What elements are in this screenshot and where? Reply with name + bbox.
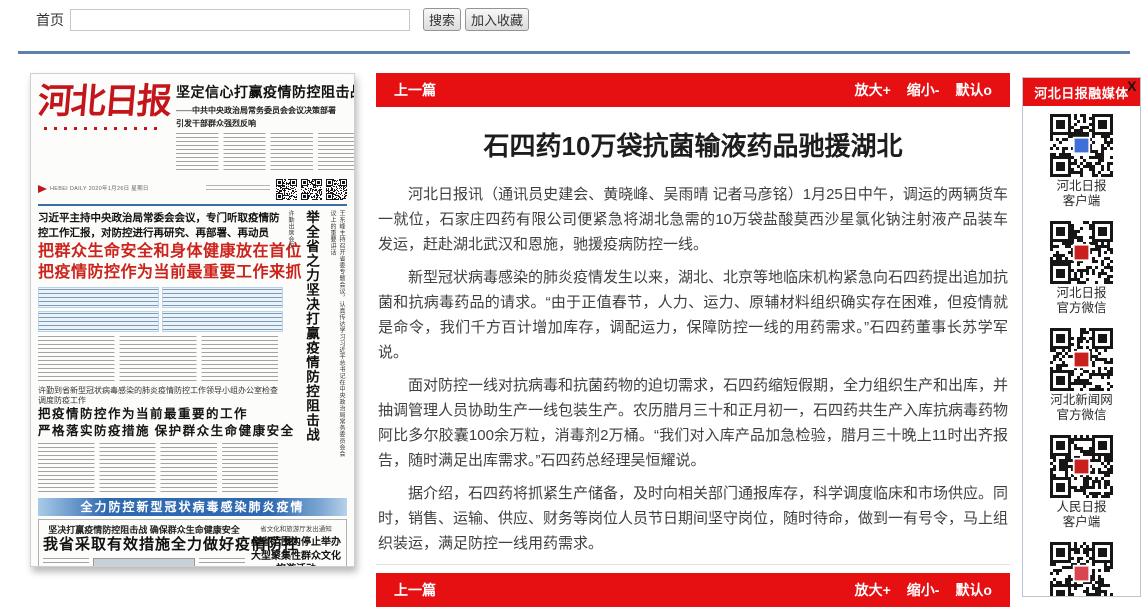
font-size-controls: 放大+ 缩小- 默认o [855,80,992,100]
newspaper-main-column: 习近平主持中央政治局常委会会议，专门听取疫情防控工作汇报，对防控进行再研究、再部… [38,210,283,495]
newspaper-top-story: 坚定信心打赢疫情防控阻击战 ——中共中央政治局常务委员会会议决策部署 引发干部群… [170,80,355,173]
newspaper-vertical-headline: 许勤出席会议 [287,210,295,249]
article-paragraph: 河北日报讯（通讯员史建会、黄晓峰、吴雨晴 记者马彦铭）1月25日中午，调运的两辆… [378,182,1008,257]
home-link[interactable]: 首页 [36,10,64,30]
newspaper-vertical-headline: 举全省之力坚决打赢疫情防控阻击战 [301,210,321,442]
newspaper-right-headline: 全省范围内停止举办大型聚集性群众文化旅游活动 [250,536,342,567]
search-input[interactable] [70,9,410,31]
masthead-english: HEBEI DAILY [50,186,87,192]
zoom-out-button[interactable]: 缩小- [907,80,940,100]
newspaper-top-subtitle: ——中共中央政治局常务委员会会议决策部署 [176,105,355,116]
newspaper-mid-kicker: 许勤到省新型冠状病毒感染的肺炎疫情防控工作领导小组办公室检查调度防疫工作 [38,386,283,406]
search-button[interactable]: 搜索 [423,8,461,31]
article-toolbar-top: 上一篇 放大+ 缩小- 默认o [376,73,1010,107]
newspaper-photo [93,558,195,567]
newspaper-summary-box [38,287,159,308]
newspaper-right-kicker: 省文化和旅游厅发出通知 [250,523,342,533]
article-title: 石四药10万袋抗菌输液药品驰援湖北 [376,131,1010,161]
qr-code [301,179,322,200]
masthead-slogan-dots [44,127,162,130]
prev-article-link[interactable]: 上一篇 [394,80,436,100]
sidebar-qr-item: 河北新闻网 官方微信 [1050,328,1113,435]
sidebar-qr-item: 河北日报 客户端 [1050,114,1113,221]
newspaper-mid-headline: 严格落实防疫措施 保护群众生命健康安全 [38,423,283,440]
qr-code [276,179,297,200]
newspaper-text-columns [176,133,355,173]
article-paragraph: 据介绍，石四药将抓紧生产储备，及时向相关部门通报库存，科学调度临床和市场供应。同… [378,481,1008,556]
qr-code [1050,328,1113,391]
newspaper-text-columns [43,558,89,567]
article-paragraph: 面对防控一线对抗病毒和抗菌药物的迫切需求，石四药缩短假期，全力组织生产和出库，并… [378,373,1008,473]
sidebar-qr-item: 人民日报 客户端 [1050,435,1113,542]
qr-label: 河北日报 客户端 [1050,179,1113,209]
qr-code [1050,114,1113,177]
sidebar-qr-list: 河北日报 客户端河北日报 官方微信河北新闻网 官方微信人民日报 客户端河北 视频… [1023,106,1140,597]
newspaper-mid-headline: 把疫情防控作为当前最重要的工作 [38,406,283,423]
text-placeholder [206,185,270,193]
newspaper-summary-boxes [38,287,283,332]
article-panel: 上一篇 放大+ 缩小- 默认o 石四药10万袋抗菌输液药品驰援湖北 河北日报讯（… [376,73,1010,607]
newspaper-masthead-row: 河北日报 坚定信心打赢疫情防控阻击战 ——中共中央政治局常务委员会会议决策部署 … [38,80,347,173]
zoom-default-button[interactable]: 默认o [955,80,992,100]
newspaper-summary-box [162,311,283,332]
article-divider [376,564,1010,565]
masthead-qr-codes [276,179,347,200]
newspaper-summary-box [162,287,283,308]
newspaper-bottom-headline: 我省采取有效措施全力做好疫情防控 [43,536,245,555]
article-paragraph: 新型冠状病毒感染的肺炎疫情发生以来，湖北、北京等地临床机构紧急向石四药提出追加抗… [378,265,1008,365]
newspaper-bottom-section: 坚决打赢疫情防控阻击战 确保群众生命健康安全 我省采取有效措施全力做好疫情防控 … [38,519,347,567]
qr-label: 人民日报 客户端 [1050,500,1113,530]
add-favorite-button[interactable]: 加入收藏 [465,8,529,31]
article-toolbar-bottom: 上一篇 放大+ 缩小- 默认o [376,573,1010,607]
newspaper-lead-headline: 把疫情防控作为当前最重要工作来抓 [38,262,283,283]
newspaper-vertical-headlines: 王东峰主持召开省委专题会议，认真传达学习习近平总书记在中央政治局常务委员会会议上… [287,210,347,462]
header-divider [18,51,1130,54]
qr-label: 河北新闻网 官方微信 [1050,393,1113,423]
sidebar-qr-item: 河北日报 官方微信 [1050,221,1113,328]
zoom-out-button[interactable]: 缩小- [907,580,940,600]
newspaper-vertical-headline: 王东峰主持召开省委专题会议，认真传达学习习近平总书记在中央政治局常务委员会会议上… [328,210,346,462]
zoom-in-button[interactable]: 放大+ [855,80,891,100]
qr-code [1050,221,1113,284]
zoom-default-button[interactable]: 默认o [955,580,992,600]
newspaper-text-columns [199,558,245,567]
newspaper-banner: 全力防控新型冠状病毒感染肺炎疫情 [38,498,347,516]
font-size-controls: 放大+ 缩小- 默认o [855,580,992,600]
qr-code [1050,435,1113,498]
newspaper-lead-headline: 把群众生命安全和身体健康放在首位 [38,241,283,262]
newspaper-bottom-kicker: 坚决打赢疫情防控阻击战 确保群众生命健康安全 [43,523,245,536]
media-sidebar: 河北日报融媒体 X 河北日报 客户端河北日报 官方微信河北新闻网 官方微信人民日… [1022,77,1141,597]
date-text: 2020年1月26日 星期日 [89,186,149,192]
newspaper-summary-box [38,311,159,332]
newspaper-front-page[interactable]: 河北日报 坚定信心打赢疫情防控阻击战 ——中共中央政治局常务委员会会议决策部署 … [30,73,355,567]
flag-icon [38,185,47,193]
newspaper-date-line: HEBEI DAILY 2020年1月26日 星期日 [50,186,200,193]
zoom-in-button[interactable]: 放大+ [855,580,891,600]
newspaper-top-headline: 坚定信心打赢疫情防控阻击战 [176,82,355,102]
newspaper-lead-kicker: 习近平主持中央政治局常委会会议，专门听取疫情防控工作汇报，对防控进行再研究、再部… [38,211,283,241]
newspaper-text-columns [38,443,283,495]
sidebar-header: 河北日报融媒体 X [1023,78,1140,106]
prev-article-link[interactable]: 上一篇 [394,580,436,600]
newspaper-masthead: 河北日报 [36,80,172,124]
sidebar-title: 河北日报融媒体 [1034,83,1129,102]
qr-label: 河北日报 官方微信 [1050,286,1113,316]
close-icon[interactable]: X [1127,78,1137,94]
sidebar-qr-item: 河北 视频手机报 [1050,542,1113,597]
newspaper-bottom-story: 坚决打赢疫情防控阻击战 确保群众生命健康安全 我省采取有效措施全力做好疫情防控 [43,523,245,567]
newspaper-divider [38,204,347,206]
newspaper-text-columns [38,336,283,382]
qr-code [326,179,347,200]
newspaper-top-subtitle2: 引发干部群众强烈反响 [176,118,355,129]
qr-code [1050,542,1113,597]
article-body: 河北日报讯（通讯员史建会、黄晓峰、吴雨晴 记者马彦铭）1月25日中午，调运的两辆… [376,182,1010,556]
newspaper-right-column: 省文化和旅游厅发出通知 全省范围内停止举办大型聚集性群众文化旅游活动 石四药10… [250,523,342,567]
newspaper-info-bar: HEBEI DAILY 2020年1月26日 星期日 [38,177,347,201]
newspaper-masthead-block: 河北日报 [38,80,170,173]
topbar: 首页 搜索 加入收藏 [36,8,533,31]
newspaper-photo-row [43,558,245,567]
newspaper-middle-section: 习近平主持中央政治局常委会会议，专门听取疫情防控工作汇报，对防控进行再研究、再部… [38,210,347,495]
